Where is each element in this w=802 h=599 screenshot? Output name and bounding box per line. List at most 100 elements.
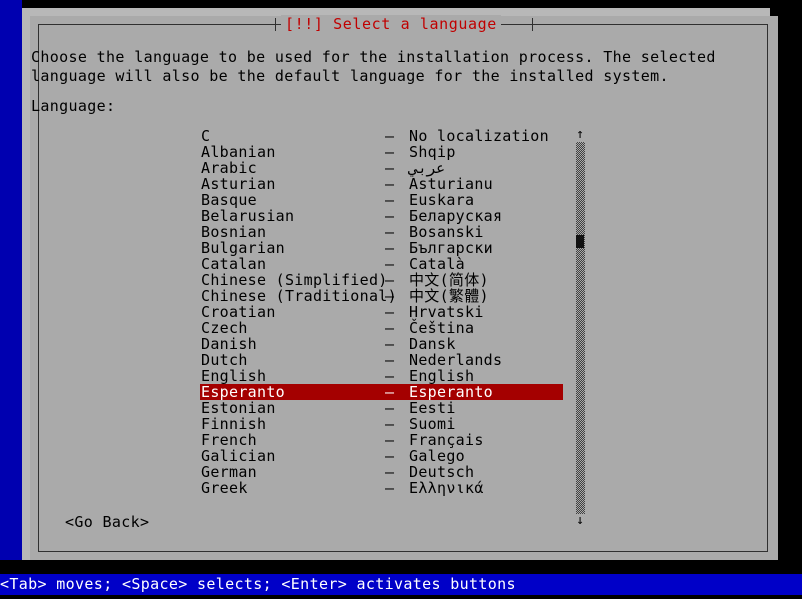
language-name: C [201,128,211,145]
desktop-background-left [0,0,22,560]
language-name: Chinese (Simplified) [201,271,388,289]
language-list-item[interactable]: Bulgarian – Български [200,240,564,256]
scrollbar-track[interactable] [576,142,585,514]
language-list-item[interactable]: Estonian – Eesti [200,400,564,416]
language-native-name: Ελληνικά [409,479,484,497]
language-name: Belarusian [201,207,295,225]
go-back-button[interactable]: <Go Back> [65,513,149,532]
language-name: Estonian [201,399,276,417]
dialog-description: Choose the language to be used for the i… [31,48,726,85]
language-list-item[interactable]: Bosnian – Bosanski [200,224,564,240]
status-bar: <Tab> moves; <Space> selects; <Enter> ac… [0,574,802,595]
language-separator: – [385,383,395,401]
language-name: Bosnian [201,223,267,241]
language-name: German [201,463,257,481]
language-list-item[interactable]: Arabic – عربي [200,160,564,176]
language-separator: – [385,287,395,305]
language-list-item[interactable]: Catalan – Català [200,256,564,272]
language-field-label: Language: [31,97,116,115]
language-name: Dutch [201,351,248,369]
language-separator: – [385,239,395,257]
language-native-name: Suomi [409,415,456,433]
language-name: Bulgarian [201,239,285,257]
language-name: Czech [201,319,248,337]
language-separator: – [385,159,395,177]
installer-screen: [!!] Select a language Choose the langua… [0,0,802,599]
scroll-down-arrow-icon[interactable]: ↓ [573,514,587,528]
language-list-item[interactable]: Belarusian – Беларуская [200,208,564,224]
language-list-item[interactable]: English – English [200,368,564,384]
language-list-item[interactable]: Croatian – Hrvatski [200,304,564,320]
language-list-item[interactable]: Galician – Galego [200,448,564,464]
language-list-item[interactable]: Czech – Čeština [200,320,564,336]
language-name: Greek [201,479,248,497]
language-native-name: Galego [409,447,465,465]
language-separator: – [385,207,395,225]
language-native-name: Asturianu [409,175,493,193]
language-separator: – [385,303,395,321]
language-separator: – [385,319,395,337]
language-separator: – [385,479,395,497]
language-list-scrollbar[interactable]: ↑ ↓ [573,128,587,528]
scrollbar-thumb[interactable] [576,235,584,248]
language-list-item[interactable]: Greek – Ελληνικά [200,480,564,496]
language-name: French [201,431,257,449]
language-name: Basque [201,191,257,209]
language-list-item[interactable]: Dutch – Nederlands [200,352,564,368]
language-native-name: Nederlands [409,351,503,369]
language-native-name: English [409,367,475,385]
language-list-item[interactable]: Danish – Dansk [200,336,564,352]
title-rule-right [533,24,768,25]
language-separator: – [385,223,395,241]
language-separator: – [385,463,395,481]
language-separator: – [385,143,395,161]
language-separator: – [385,335,395,353]
language-list-item[interactable]: Albanian – Shqip [200,144,564,160]
language-name: English [201,367,267,385]
language-native-name: 中文(简体) [409,271,489,289]
language-name: Finnish [201,415,267,433]
language-list-item[interactable]: C – No localization [200,128,564,144]
language-list-item[interactable]: Finnish – Suomi [200,416,564,432]
language-name: Arabic [201,159,257,177]
scroll-up-arrow-icon[interactable]: ↑ [573,128,587,142]
language-name: Esperanto [201,383,285,401]
language-list-item[interactable]: Chinese (Traditional) – 中文(繁體) [200,288,564,304]
language-name: Galician [201,447,276,465]
language-list-item[interactable]: Esperanto – Esperanto [200,384,563,400]
language-separator: – [385,367,395,385]
language-name: Danish [201,335,257,353]
language-separator: – [385,447,395,465]
language-separator: – [385,431,395,449]
title-tick-left [275,18,276,31]
language-name: Chinese (Traditional) [201,287,397,305]
language-native-name: No localization [409,128,549,145]
language-list-item[interactable]: French – Français [200,432,564,448]
status-bar-gap [0,560,802,574]
dialog-title: [!!] Select a language [281,15,501,34]
language-list-item[interactable]: Asturian – Asturianu [200,176,564,192]
language-list-item[interactable]: German – Deutsch [200,464,564,480]
language-separator: – [385,415,395,433]
language-native-name: Bosanski [409,223,484,241]
language-separator: – [385,255,395,273]
screen-bottom-edge [0,595,802,599]
language-native-name: Esperanto [409,383,493,401]
language-list-item[interactable]: Basque – Euskara [200,192,564,208]
language-native-name: عربي [409,159,446,177]
language-native-name: Euskara [409,191,475,209]
language-separator: – [385,351,395,369]
language-name: Catalan [201,255,267,273]
title-rule-left [38,24,275,25]
language-separator: – [385,399,395,417]
language-list-item[interactable]: Chinese (Simplified) – 中文(简体) [200,272,564,288]
language-separator: – [385,128,395,145]
language-native-name: 中文(繁體) [409,287,489,305]
language-native-name: Čeština [409,319,475,337]
language-separator: – [385,191,395,209]
language-native-name: Shqip [409,143,456,161]
language-native-name: Български [409,239,493,257]
language-separator: – [385,271,395,289]
language-list[interactable]: C – No localization Albanian – Shqip Arabic – عر… [200,128,564,528]
language-native-name: Hrvatski [409,303,484,321]
